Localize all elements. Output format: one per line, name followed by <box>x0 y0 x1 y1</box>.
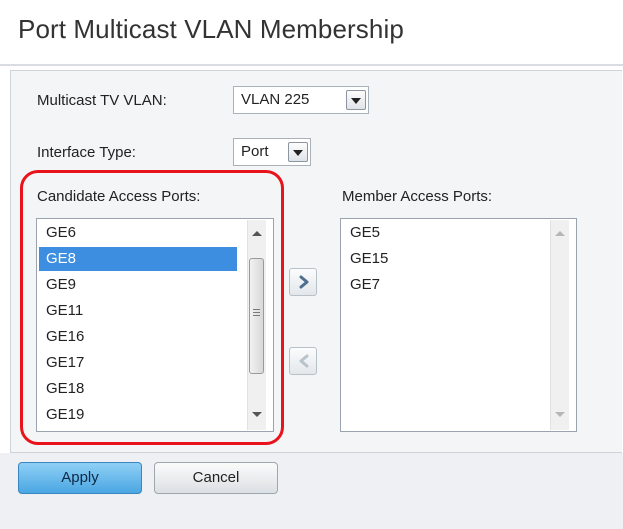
interface-type-select[interactable]: Port <box>233 138 311 166</box>
title-divider <box>0 64 623 66</box>
list-item[interactable]: GE9 <box>39 273 237 297</box>
candidate-scrollbar[interactable] <box>247 220 266 430</box>
multicast-tv-vlan-value: VLAN 225 <box>241 91 310 108</box>
candidate-ports-list[interactable]: GE6 GE8 GE9 GE11 GE16 GE17 GE18 GE19 <box>36 218 274 432</box>
add-to-members-button[interactable] <box>289 268 317 296</box>
member-scrollbar <box>550 220 569 430</box>
list-item[interactable]: GE19 <box>39 403 237 427</box>
candidate-ports-label: Candidate Access Ports: <box>37 188 201 205</box>
scroll-down-arrow-icon[interactable] <box>248 406 266 424</box>
page-title: Port Multicast VLAN Membership <box>18 14 404 44</box>
chevron-left-icon <box>299 354 309 368</box>
chevron-right-icon <box>299 275 309 289</box>
member-ports-list[interactable]: GE5 GE15 GE7 <box>340 218 577 432</box>
list-item[interactable]: GE18 <box>39 377 237 401</box>
remove-from-members-button[interactable] <box>289 347 317 375</box>
list-item-selected[interactable]: GE8 <box>39 247 237 271</box>
member-ports-label: Member Access Ports: <box>342 188 493 205</box>
chevron-down-icon[interactable] <box>346 90 366 110</box>
list-item[interactable]: GE17 <box>39 351 237 375</box>
interface-type-label: Interface Type: <box>37 144 136 161</box>
list-item[interactable]: GE7 <box>343 273 541 297</box>
chevron-down-icon[interactable] <box>288 142 308 162</box>
multicast-tv-vlan-select[interactable]: VLAN 225 <box>233 86 369 114</box>
scroll-up-arrow-icon <box>551 224 569 242</box>
list-item[interactable]: GE15 <box>343 247 541 271</box>
scroll-down-arrow-icon <box>551 406 569 424</box>
interface-type-value: Port <box>241 143 269 160</box>
list-item[interactable]: GE11 <box>39 299 237 323</box>
multicast-tv-vlan-label: Multicast TV VLAN: <box>37 92 167 109</box>
cancel-button[interactable]: Cancel <box>154 462 278 494</box>
scroll-up-arrow-icon[interactable] <box>248 224 266 242</box>
list-item[interactable]: GE6 <box>39 221 237 245</box>
scrollbar-thumb[interactable] <box>249 258 264 374</box>
list-item[interactable]: GE16 <box>39 325 237 349</box>
list-item[interactable]: GE5 <box>343 221 541 245</box>
apply-button[interactable]: Apply <box>18 462 142 494</box>
